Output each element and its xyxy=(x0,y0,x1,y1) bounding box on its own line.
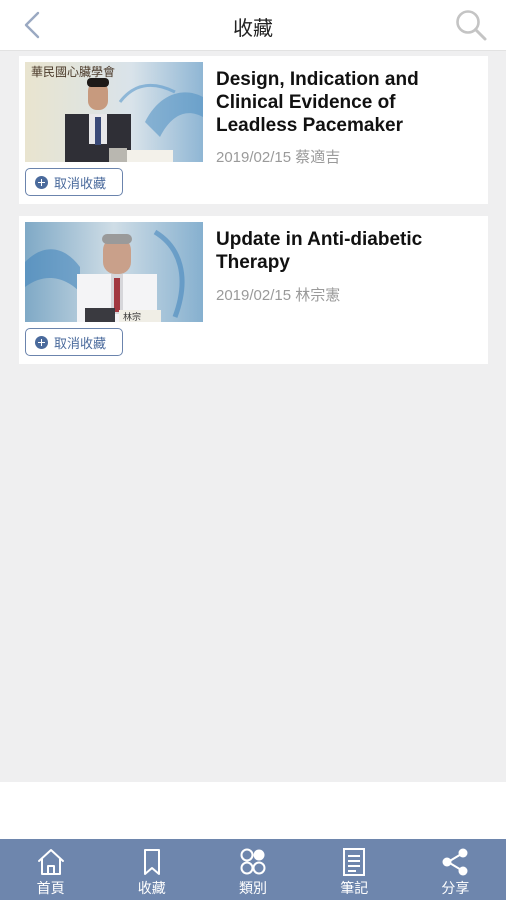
search-icon[interactable] xyxy=(454,8,488,42)
tab-share[interactable]: 分享 xyxy=(405,839,506,900)
top-bar: 收藏 xyxy=(0,0,506,51)
plus-circle-icon xyxy=(35,175,48,189)
thumbnail-caption: 華民國心臟學會 xyxy=(31,65,115,79)
favorite-item[interactable]: 華民國心臟學會 Design, Indication and Clinical … xyxy=(19,56,488,204)
thumbnail-caption: 林宗 xyxy=(123,311,141,322)
tab-home[interactable]: 首頁 xyxy=(0,839,101,900)
tab-favorites[interactable]: 收藏 xyxy=(101,839,202,900)
home-icon xyxy=(37,849,64,875)
notes-icon xyxy=(343,848,366,876)
remove-favorite-label: 取消收藏 xyxy=(54,336,107,352)
tab-label: 首頁 xyxy=(36,881,65,897)
video-meta: 2019/02/15 林宗憲 xyxy=(216,287,341,304)
tab-label: 分享 xyxy=(441,881,470,897)
category-icon xyxy=(240,848,266,875)
tab-notes[interactable]: 筆記 xyxy=(304,839,405,900)
tab-label: 類別 xyxy=(239,881,267,897)
favorite-item[interactable]: 林宗 Update in Anti-diabetic Therapy 2019/… xyxy=(19,216,488,364)
video-title[interactable]: Update in Anti-diabetic Therapy xyxy=(216,228,476,274)
page-title: 收藏 xyxy=(233,16,273,40)
remove-favorite-label: 取消收藏 xyxy=(54,176,107,192)
tab-categories[interactable]: 類別 xyxy=(202,839,303,900)
remove-favorite-button[interactable]: 取消收藏 xyxy=(25,328,123,356)
video-meta: 2019/02/15 蔡適吉 xyxy=(216,149,341,166)
video-thumbnail[interactable]: 林宗 xyxy=(25,222,203,322)
bottom-tab-bar: 首頁 收藏 類別 筆記 分享 xyxy=(0,839,506,900)
tab-label: 筆記 xyxy=(340,881,369,897)
plus-circle-icon xyxy=(35,335,48,349)
bottom-spacer xyxy=(0,782,506,839)
video-title[interactable]: Design, Indication and Clinical Evidence… xyxy=(216,68,476,137)
remove-favorite-button[interactable]: 取消收藏 xyxy=(25,168,123,196)
share-icon xyxy=(442,848,468,876)
tab-label: 收藏 xyxy=(137,881,166,897)
bookmark-icon xyxy=(143,849,160,875)
video-thumbnail[interactable]: 華民國心臟學會 xyxy=(25,62,203,162)
